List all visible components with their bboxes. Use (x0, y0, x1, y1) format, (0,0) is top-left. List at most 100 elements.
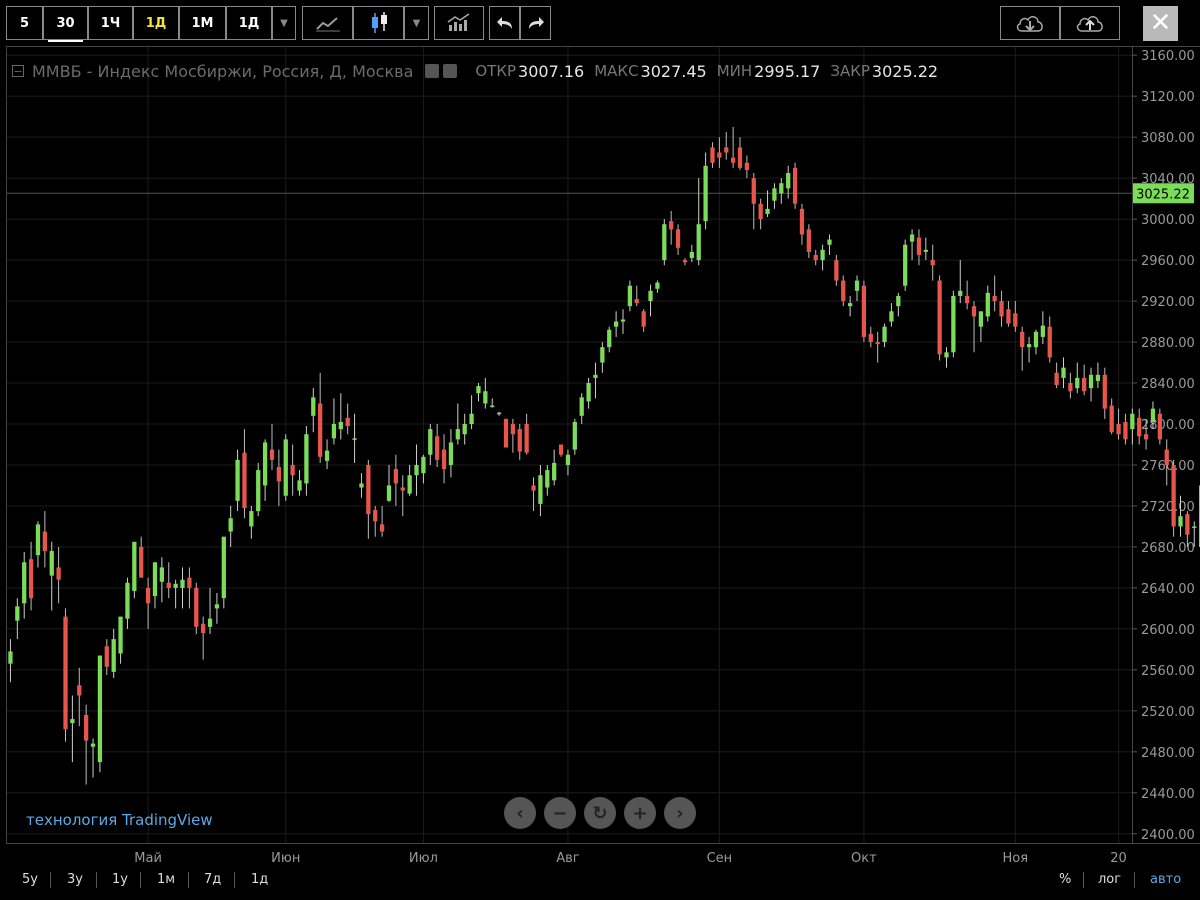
candle-body (992, 295, 997, 302)
time-tick-label: Авг (556, 851, 580, 866)
candle-body (455, 429, 460, 440)
settings-eye-icon[interactable] (425, 64, 440, 78)
candle-body (675, 229, 681, 248)
zoom-in-button[interactable]: + (624, 797, 656, 829)
candle-body (896, 295, 901, 307)
candle-body (187, 577, 192, 588)
candle-body (854, 280, 860, 291)
candle-body (565, 454, 571, 465)
open-value: 3007.16 (518, 61, 585, 81)
candle-body (235, 459, 240, 501)
candle-body (730, 157, 736, 163)
candle-body (345, 417, 350, 427)
candle-body (352, 438, 357, 440)
candle-body (283, 439, 288, 496)
range-5y-button[interactable]: 5у (22, 872, 38, 887)
candle-body (97, 655, 103, 763)
candle-body (63, 616, 68, 730)
reset-chart-button[interactable]: ↻ (584, 797, 616, 829)
candle-body (1157, 413, 1162, 440)
candle-body (373, 510, 378, 522)
candle-body (572, 421, 577, 450)
candle-body (806, 229, 811, 252)
percent-scale-button[interactable]: % (1059, 872, 1071, 887)
range-1d-button[interactable]: 1д (251, 872, 268, 887)
candle-body (125, 582, 130, 619)
candle-body (558, 444, 564, 455)
candle-body (118, 616, 123, 654)
candle-body (620, 319, 626, 322)
candle-body (737, 147, 743, 168)
range-1m-button[interactable]: 1м (157, 872, 175, 887)
scroll-left-button[interactable]: ‹ (504, 797, 536, 829)
chevron-right-icon: › (676, 802, 684, 824)
candle-body (627, 285, 633, 307)
price-tick-label: 2400.00 (1141, 828, 1195, 843)
candle-body (42, 531, 47, 552)
gear-icon[interactable] (443, 64, 458, 78)
candle-body (180, 579, 185, 588)
candle-body (318, 403, 323, 457)
candle-body (1102, 374, 1107, 409)
candle-body (999, 301, 1004, 317)
candle-body (607, 329, 612, 348)
candle-body (834, 260, 839, 281)
zoom-in-icon: + (632, 802, 648, 824)
candle-body (1082, 377, 1087, 392)
separator (188, 872, 189, 888)
candle-body (724, 147, 729, 153)
close-value: 3025.22 (871, 61, 939, 81)
chart-canvas: 2400.00 2440.00 2480.00 2520.00 2560.00 2600.… (7, 47, 1200, 866)
candle-body (173, 583, 178, 588)
candle-body (331, 423, 337, 439)
candle-body (256, 470, 261, 512)
scroll-right-button[interactable]: › (664, 797, 696, 829)
tradingview-attribution[interactable]: технология TradingView (26, 811, 213, 829)
candle-body (194, 587, 199, 627)
candle-body (1150, 408, 1156, 422)
candle-body (847, 303, 853, 307)
zoom-out-button[interactable]: − (544, 797, 576, 829)
candle-body (958, 290, 963, 296)
candle-body (1033, 331, 1039, 348)
collapse-legend-button[interactable]: − (12, 65, 24, 77)
price-tick-label: 3000.00 (1141, 213, 1195, 228)
chevron-left-icon: ‹ (516, 802, 524, 824)
candle-body (868, 333, 873, 343)
high-value: 3027.45 (640, 61, 707, 81)
log-scale-button[interactable]: лог (1098, 872, 1121, 887)
separator (234, 872, 235, 888)
candle-body (159, 567, 164, 582)
candle-body (545, 470, 550, 488)
zoom-out-icon: − (552, 802, 568, 824)
time-tick-label: Окт (851, 851, 877, 866)
candle-body (758, 203, 763, 220)
range-1y-button[interactable]: 1у (112, 872, 128, 887)
candle-body (655, 282, 660, 289)
candle-body (1164, 449, 1169, 465)
separator (96, 872, 97, 888)
time-tick-label: Ноя (1003, 851, 1029, 866)
candle-body (889, 311, 894, 322)
candle-body (269, 449, 275, 460)
candle-body (510, 423, 516, 435)
candle-body (1192, 526, 1197, 528)
candle-body (600, 347, 605, 363)
low-label: МИН (716, 62, 753, 80)
candle-body (77, 685, 82, 696)
candle-body (104, 646, 109, 667)
candle-body (469, 413, 474, 424)
range-7d-button[interactable]: 7д (204, 872, 221, 887)
price-tick-label: 2720.00 (1141, 500, 1195, 515)
candle-body (1013, 313, 1018, 327)
candle-body (586, 383, 591, 402)
candle-body (669, 221, 674, 230)
auto-scale-button[interactable]: авто (1150, 872, 1181, 887)
candle-body (1047, 326, 1052, 358)
candle-body (366, 464, 371, 515)
price-tick-label: 2480.00 (1141, 746, 1195, 761)
candle-body (593, 374, 598, 378)
range-3y-button[interactable]: 3у (67, 872, 83, 887)
candle-body (1095, 374, 1101, 381)
price-tick-label: 2640.00 (1141, 582, 1195, 597)
